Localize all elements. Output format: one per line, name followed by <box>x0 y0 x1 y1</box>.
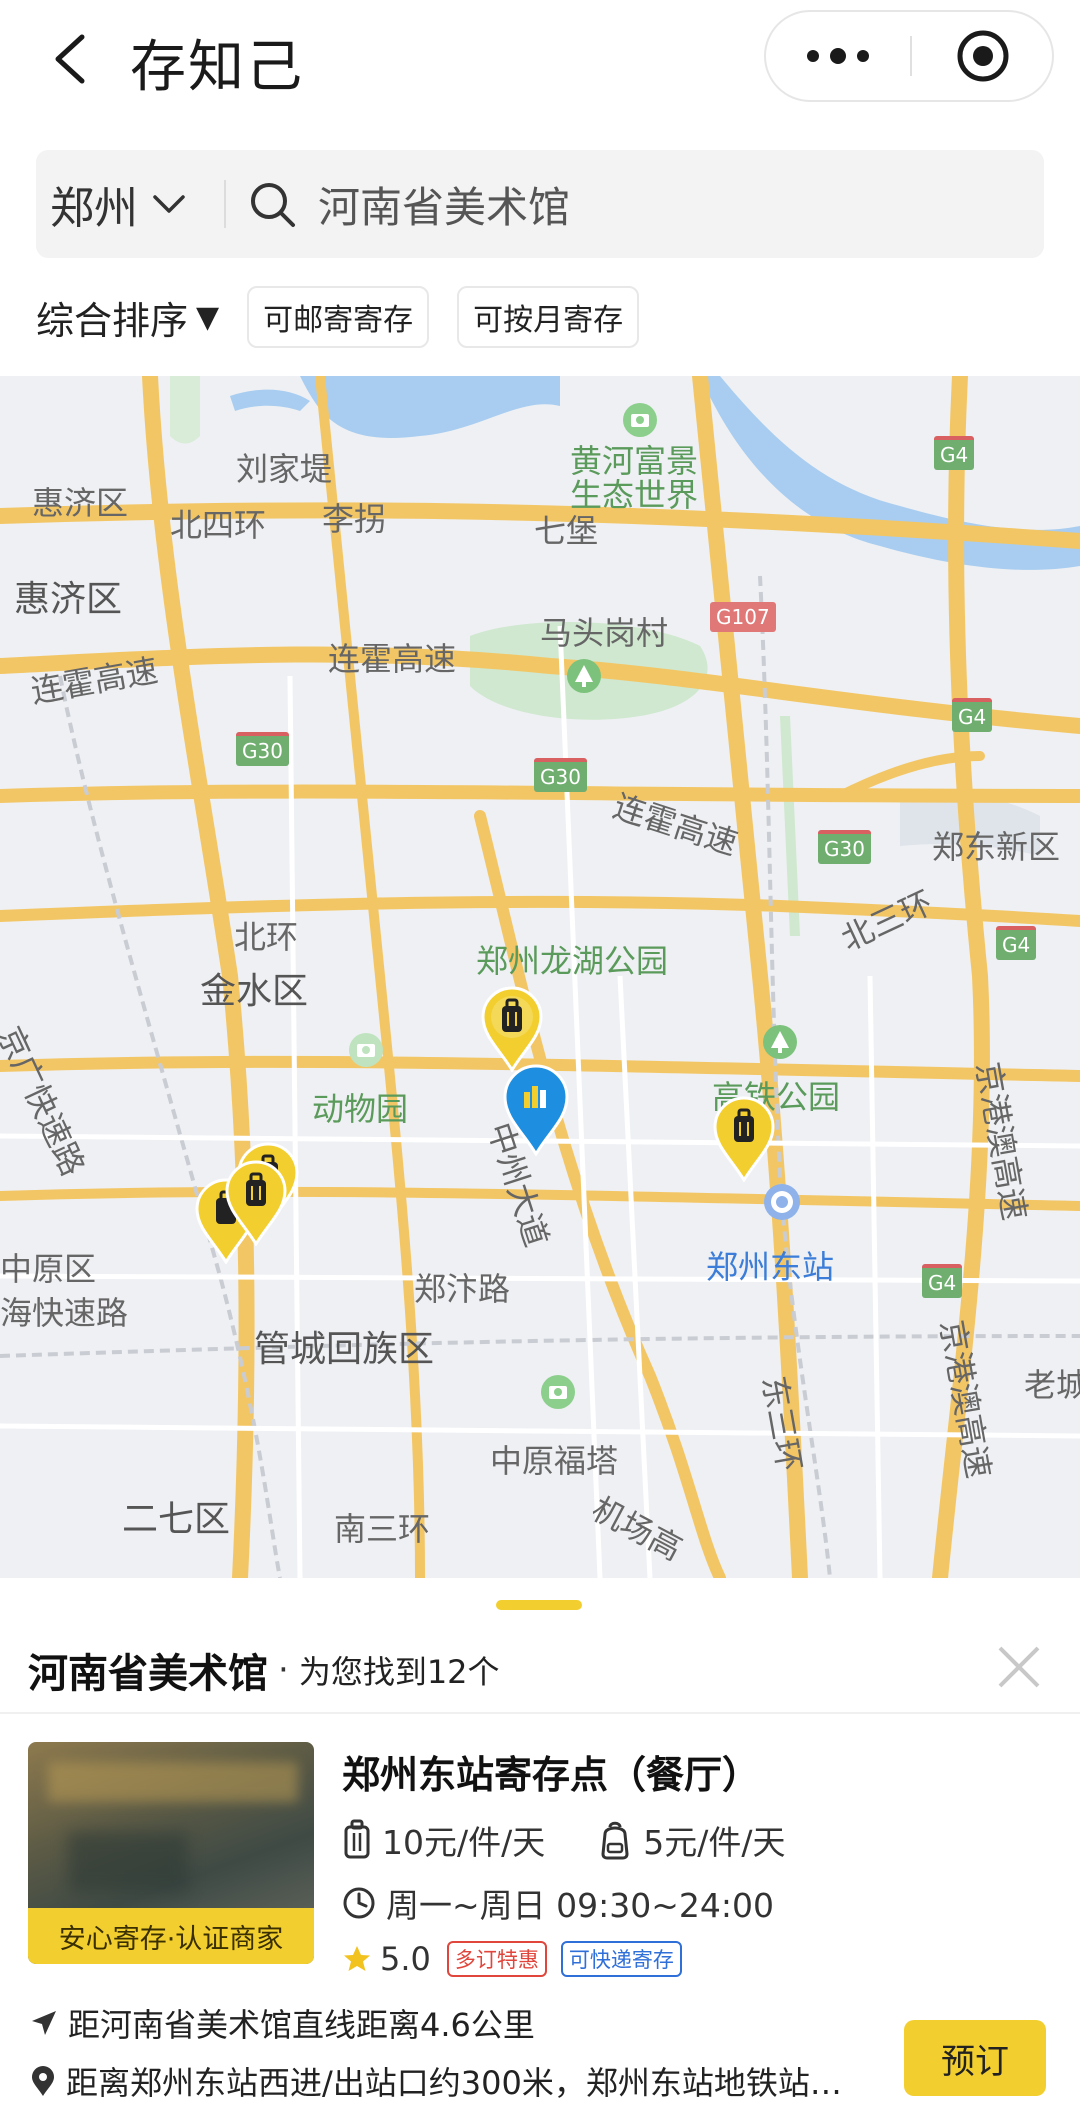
highway-badge-g4: G4 <box>922 1264 963 1298</box>
back-arrow-icon <box>55 34 85 84</box>
map-label-zhengzhoudong: 郑州东站 <box>706 1248 835 1286</box>
rating-value: 5.0 <box>380 1940 431 1978</box>
distance-text: 距河南省美术馆直线距离4.6公里 <box>68 2006 535 2044</box>
camera-poi-icon <box>541 1375 575 1409</box>
search-icon <box>251 183 295 227</box>
certified-badge: 安心寄存·认证商家 <box>28 1908 314 1964</box>
storage-point-name[interactable]: 郑州东站寄存点（餐厅） <box>342 1744 760 1799</box>
star-icon <box>344 1946 370 1971</box>
map-label-dongwuyuan: 动物园 <box>312 1090 409 1128</box>
backpack-icon <box>601 1821 629 1860</box>
filter-bar: 综合排序 ▼ 可邮寄寄存 可按月寄存 <box>36 286 640 348</box>
close-icon <box>998 1646 1040 1688</box>
results-header: 河南省美术馆 · 为您找到12个 <box>28 1630 500 1710</box>
mini-program-capsule <box>764 10 1054 102</box>
close-mini-program-button[interactable] <box>912 12 1054 100</box>
sheet-drag-handle[interactable] <box>496 1600 582 1610</box>
map-label-laocheng: 老城 <box>1024 1366 1080 1404</box>
suitcase-icon <box>344 1819 370 1859</box>
address-row: 距离郑州东站西进/出站口约300米，郑州东站地铁站… <box>30 2056 870 2106</box>
divider <box>0 1712 1080 1714</box>
map-label-jinshui: 金水区 <box>200 971 309 1012</box>
highway-badge-g30: G30 <box>818 830 871 864</box>
map-label-lianhuo-2: 连霍高速 <box>328 640 457 678</box>
results-place: 河南省美术馆 <box>28 1651 268 1697</box>
search-bar: 郑州 河南省美术馆 <box>36 150 1044 258</box>
map-label-zhongyuan: 中原区 <box>0 1250 97 1288</box>
city-label: 郑州 <box>50 183 138 234</box>
price-row: 10元/件/天 5元/件/天 <box>342 1810 785 1870</box>
storage-point-photo[interactable]: 安心寄存·认证商家 <box>28 1742 314 1964</box>
camera-poi-icon <box>623 403 657 437</box>
clock-icon <box>343 1887 375 1919</box>
park-poi-icon <box>763 1025 797 1059</box>
opening-hours: 周一~周日 09:30~24:00 <box>342 1874 774 1932</box>
back-button[interactable] <box>40 24 100 94</box>
map-label-zhongyuanfuta: 中原福塔 <box>490 1442 619 1480</box>
location-pin-icon <box>32 2066 54 2096</box>
luggage-pin-icon[interactable] <box>712 1096 776 1182</box>
map-label-beihuan: 北环 <box>234 918 299 956</box>
destination-pin-icon[interactable] <box>502 1064 570 1156</box>
park-poi-icon <box>567 659 601 693</box>
map-label-nansanhuan: 南三环 <box>334 1510 431 1548</box>
highway-badge-g4: G4 <box>934 436 975 470</box>
map-label-lizhuang: 李拐 <box>322 500 387 538</box>
sort-label: 综合排序 <box>36 298 189 343</box>
map-label-erqi: 二七区 <box>122 1499 231 1540</box>
map-label-matougang: 马头岗村 <box>540 614 669 652</box>
train-station-icon <box>764 1184 800 1220</box>
price-large-luggage: 10元/件/天 <box>382 1823 546 1862</box>
close-button[interactable] <box>984 1632 1054 1702</box>
address-text: 距离郑州东站西进/出站口约300米，郑州东站地铁站… <box>66 2064 842 2102</box>
highway-badge-g30: G30 <box>534 758 587 792</box>
caret-down-icon: ▼ <box>196 299 220 335</box>
search-divider <box>224 180 226 228</box>
nav-bar: 存知己 <box>0 0 1080 120</box>
city-selector[interactable]: 郑州 <box>50 150 186 258</box>
map-label-zhengdong: 郑东新区 <box>932 828 1061 866</box>
rating-row: 5.0 多订特惠 可快递寄存 <box>342 1934 682 1984</box>
map-view[interactable]: 惠济区 刘家堤 黄河富景 生态世界 北四环 李拐 七堡 惠济区 马头岗村 连霍高… <box>0 376 1080 1578</box>
highway-badge-g107: G107 <box>710 602 776 632</box>
highway-badge-g30: G30 <box>236 732 289 766</box>
highway-badge-g4: G4 <box>952 698 993 732</box>
distance-row: 距河南省美术馆直线距离4.6公里 <box>30 1998 535 2048</box>
price-small-luggage: 5元/件/天 <box>643 1823 786 1862</box>
map-label-qibao: 七堡 <box>534 512 599 550</box>
navigation-arrow-icon <box>32 2011 56 2035</box>
search-input[interactable]: 河南省美术馆 <box>318 150 570 258</box>
more-dots-icon <box>807 48 869 64</box>
chip-mail-storage[interactable]: 可邮寄寄存 <box>247 286 430 348</box>
map-label-zhengbian: 郑汴路 <box>414 1270 511 1308</box>
book-button[interactable]: 预订 <box>904 2020 1046 2096</box>
results-sheet: 河南省美术馆 · 为您找到12个 安心寄存·认证商家 郑州东站寄存点（餐厅） 1… <box>0 1578 1080 2126</box>
map-label-huiji-1: 惠济区 <box>32 484 129 522</box>
more-button[interactable] <box>766 12 910 100</box>
chevron-down-icon <box>153 195 185 213</box>
hours-text: 周一~周日 09:30~24:00 <box>386 1886 774 1925</box>
map-label-huiji-2: 惠济区 <box>14 579 123 620</box>
map-label-longhu: 郑州龙湖公园 <box>476 942 669 980</box>
map-label-haikuai: 海快速路 <box>0 1294 129 1332</box>
map-label-beisihuan: 北四环 <box>170 506 267 544</box>
express-tag: 可快递寄存 <box>560 1941 682 1977</box>
discount-tag: 多订特惠 <box>446 1941 547 1977</box>
map-label-liujiadi: 刘家堤 <box>236 450 333 488</box>
camera-poi-icon <box>349 1033 383 1067</box>
sort-dropdown[interactable]: 综合排序 ▼ <box>36 290 219 345</box>
photo-blur <box>48 1762 298 1802</box>
target-icon <box>957 30 1009 82</box>
map-label-guancheng: 管城回族区 <box>254 1329 435 1370</box>
results-count: 为您找到12个 <box>298 1653 500 1691</box>
page-title: 存知己 <box>130 35 304 100</box>
luggage-pin-icon[interactable] <box>480 986 544 1072</box>
luggage-pin-icon[interactable] <box>224 1160 288 1246</box>
highway-badge-g4: G4 <box>996 926 1037 960</box>
chip-monthly-storage[interactable]: 可按月寄存 <box>457 286 640 348</box>
separator-dot: · <box>278 1650 289 1690</box>
photo-blur <box>68 1832 188 1892</box>
